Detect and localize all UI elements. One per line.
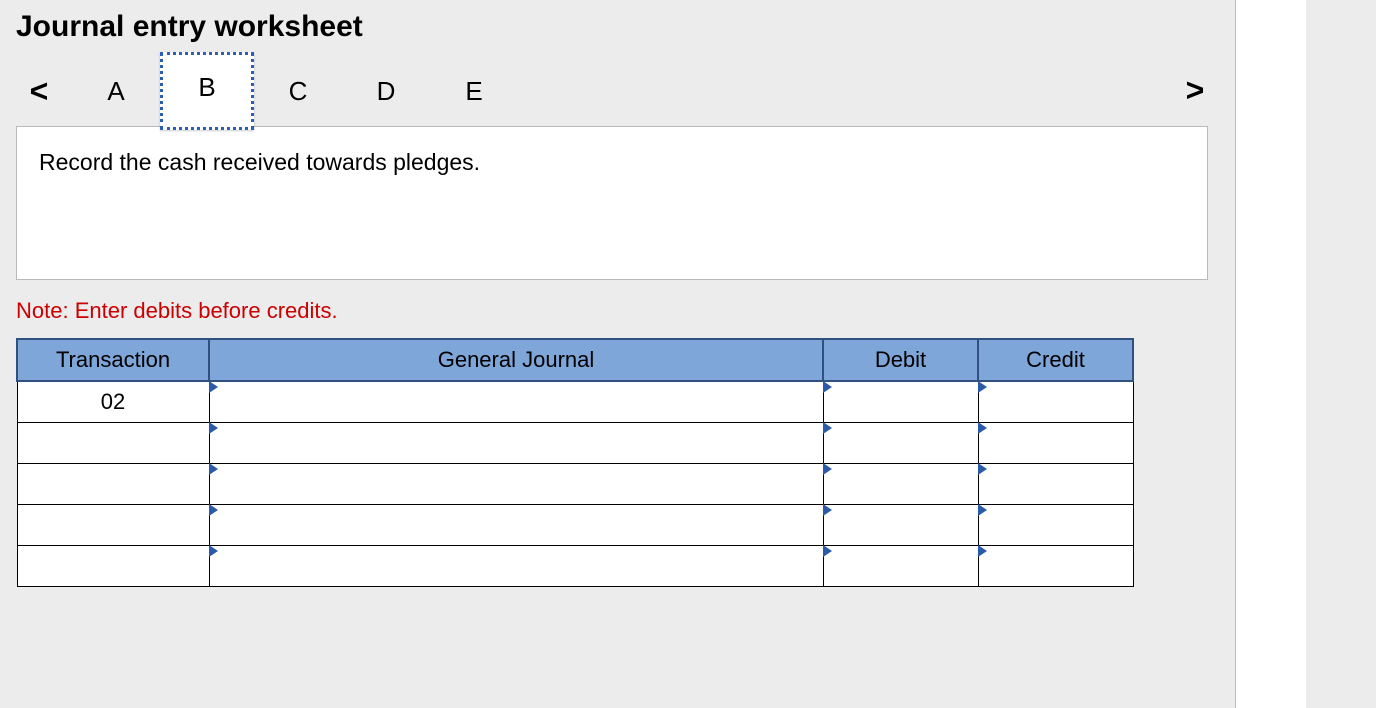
dropdown-marker-icon	[978, 545, 987, 557]
cell-transaction	[17, 505, 209, 546]
table-row: 02	[17, 381, 1133, 423]
dropdown-marker-icon	[978, 463, 987, 475]
tab-nav: < A B C D E >	[16, 52, 1212, 130]
cell-transaction	[17, 464, 209, 505]
dropdown-marker-icon	[823, 463, 832, 475]
cell-credit[interactable]	[978, 505, 1133, 546]
right-rail	[1235, 0, 1306, 708]
header-debit: Debit	[823, 339, 978, 381]
dropdown-marker-icon	[823, 504, 832, 516]
instruction-text: Record the cash received towards pledges…	[39, 149, 480, 175]
cell-debit[interactable]	[823, 423, 978, 464]
dropdown-marker-icon	[209, 422, 218, 434]
dropdown-marker-icon	[978, 381, 987, 393]
cell-debit[interactable]	[823, 546, 978, 587]
cell-general-journal[interactable]	[209, 423, 823, 464]
page-title: Journal entry worksheet	[16, 10, 1306, 44]
dropdown-marker-icon	[823, 381, 832, 393]
tab-c[interactable]: C	[254, 61, 342, 121]
nav-prev-button[interactable]: <	[16, 73, 62, 110]
cell-debit[interactable]	[823, 464, 978, 505]
dropdown-marker-icon	[209, 545, 218, 557]
cell-credit[interactable]	[978, 546, 1133, 587]
dropdown-marker-icon	[209, 504, 218, 516]
header-transaction: Transaction	[17, 339, 209, 381]
nav-next-button[interactable]: >	[1172, 72, 1218, 109]
table-row	[17, 546, 1133, 587]
dropdown-marker-icon	[823, 422, 832, 434]
dropdown-marker-icon	[209, 381, 218, 393]
worksheet-page: Journal entry worksheet < A B C D E > Re…	[0, 0, 1306, 708]
dropdown-marker-icon	[978, 504, 987, 516]
cell-credit[interactable]	[978, 464, 1133, 505]
cell-general-journal[interactable]	[209, 381, 823, 423]
header-general-journal: General Journal	[209, 339, 823, 381]
table-row	[17, 464, 1133, 505]
cell-debit[interactable]	[823, 381, 978, 423]
instruction-box: Record the cash received towards pledges…	[16, 126, 1208, 280]
table-row	[17, 423, 1133, 464]
cell-credit[interactable]	[978, 423, 1133, 464]
cell-transaction: 02	[17, 381, 209, 423]
journal-table: Transaction General Journal Debit Credit…	[16, 338, 1134, 587]
tab-a[interactable]: A	[72, 61, 160, 121]
cell-transaction	[17, 546, 209, 587]
tab-e[interactable]: E	[430, 61, 518, 121]
tab-list: A B C D E	[72, 52, 518, 130]
note-text: Note: Enter debits before credits.	[16, 298, 1306, 324]
cell-debit[interactable]	[823, 505, 978, 546]
dropdown-marker-icon	[978, 422, 987, 434]
tab-d[interactable]: D	[342, 61, 430, 121]
table-row	[17, 505, 1133, 546]
cell-general-journal[interactable]	[209, 546, 823, 587]
tab-b[interactable]: B	[160, 52, 254, 130]
cell-transaction	[17, 423, 209, 464]
table-header-row: Transaction General Journal Debit Credit	[17, 339, 1133, 381]
cell-credit[interactable]	[978, 381, 1133, 423]
cell-general-journal[interactable]	[209, 464, 823, 505]
dropdown-marker-icon	[209, 463, 218, 475]
dropdown-marker-icon	[823, 545, 832, 557]
cell-general-journal[interactable]	[209, 505, 823, 546]
header-credit: Credit	[978, 339, 1133, 381]
